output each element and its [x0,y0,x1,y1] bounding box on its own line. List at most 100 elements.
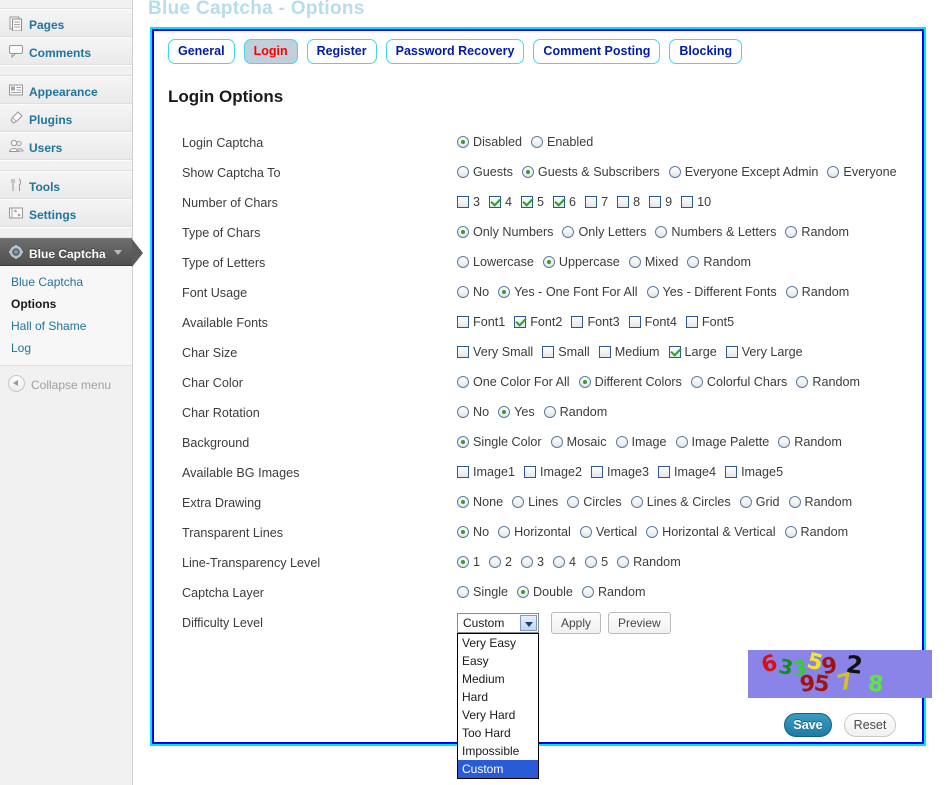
radio-input[interactable] [551,436,563,448]
radio-input[interactable] [457,166,469,178]
radio-3[interactable]: 3 [521,554,544,569]
checkbox-7[interactable]: 7 [585,194,608,209]
radio-horizontal[interactable]: Horizontal [498,524,571,539]
checkbox-font5[interactable]: Font5 [686,314,734,329]
checkbox-input[interactable] [457,466,469,478]
checkbox-input[interactable] [489,196,501,208]
checkbox-input[interactable] [524,466,536,478]
radio-input[interactable] [785,526,797,538]
checkbox-input[interactable] [514,316,526,328]
radio-random[interactable]: Random [544,404,608,419]
radio-circles[interactable]: Circles [567,494,621,509]
dropdown-option-medium[interactable]: Medium [458,670,538,688]
dropdown-option-very-easy[interactable]: Very Easy [458,634,538,652]
radio-random[interactable]: Random [687,254,751,269]
radio-input[interactable] [457,556,469,568]
radio-disabled[interactable]: Disabled [457,134,522,149]
sidebar-item-pages[interactable]: Pages [0,9,132,37]
radio-input[interactable] [789,496,801,508]
radio-input[interactable] [646,526,658,538]
checkbox-font1[interactable]: Font1 [457,314,505,329]
radio-input[interactable] [585,556,597,568]
tab-login[interactable]: Login [244,39,298,64]
checkbox-9[interactable]: 9 [649,194,672,209]
radio-input[interactable] [740,496,752,508]
checkbox-image1[interactable]: Image1 [457,464,515,479]
checkbox-input[interactable] [457,346,469,358]
radio-input[interactable] [676,436,688,448]
checkbox-font2[interactable]: Font2 [514,314,562,329]
dropdown-option-too-hard[interactable]: Too Hard [458,724,538,742]
tab-comment-posting[interactable]: Comment Posting [533,39,660,64]
chevron-down-icon[interactable] [520,615,537,631]
radio-colorful-chars[interactable]: Colorful Chars [691,374,788,389]
radio-numbers-letters[interactable]: Numbers & Letters [655,224,776,239]
radio-random[interactable]: Random [789,494,853,509]
checkbox-10[interactable]: 10 [681,194,711,209]
radio-only-numbers[interactable]: Only Numbers [457,224,553,239]
difficulty-select[interactable]: Custom [457,613,539,633]
dropdown-option-hard[interactable]: Hard [458,688,538,706]
radio-only-letters[interactable]: Only Letters [562,224,646,239]
checkbox-input[interactable] [629,316,641,328]
tab-password-recovery[interactable]: Password Recovery [386,39,525,64]
checkbox-very-small[interactable]: Very Small [457,344,533,359]
radio-4[interactable]: 4 [553,554,576,569]
dropdown-option-very-hard[interactable]: Very Hard [458,706,538,724]
radio-no[interactable]: No [457,404,489,419]
checkbox-image2[interactable]: Image2 [524,464,582,479]
radio-none[interactable]: None [457,494,503,509]
radio-vertical[interactable]: Vertical [580,524,637,539]
radio-different-colors[interactable]: Different Colors [579,374,682,389]
radio-input[interactable] [517,586,529,598]
checkbox-input[interactable] [686,316,698,328]
radio-yes[interactable]: Yes [498,404,535,419]
checkbox-input[interactable] [669,346,681,358]
checkbox-input[interactable] [726,346,738,358]
sidebar-item-comments[interactable]: Comments [0,37,132,65]
submenu-item-options[interactable]: Options [0,293,132,315]
radio-input[interactable] [522,166,534,178]
radio-input[interactable] [580,526,592,538]
checkbox-input[interactable] [553,196,565,208]
radio-input[interactable] [457,226,469,238]
radio-input[interactable] [567,496,579,508]
radio-input[interactable] [796,376,808,388]
sidebar-item-users[interactable]: Users [0,132,132,160]
radio-guests-subscribers[interactable]: Guests & Subscribers [522,164,660,179]
checkbox-image5[interactable]: Image5 [725,464,783,479]
radio-random[interactable]: Random [786,284,850,299]
submenu-item-hall-of-shame[interactable]: Hall of Shame [0,315,132,337]
preview-button[interactable]: Preview [608,612,671,634]
collapse-menu-button[interactable]: Collapse menu [0,372,132,398]
checkbox-input[interactable] [617,196,629,208]
sidebar-item-settings[interactable]: Settings [0,199,132,227]
radio-input[interactable] [786,286,798,298]
difficulty-dropdown-list[interactable]: Very EasyEasyMediumHardVery HardToo Hard… [457,633,539,779]
checkbox-input[interactable] [571,316,583,328]
radio-input[interactable] [521,556,533,568]
submenu-item-blue-captcha[interactable]: Blue Captcha [0,271,132,293]
radio-one-color-for-all[interactable]: One Color For All [457,374,570,389]
checkbox-large[interactable]: Large [669,344,717,359]
radio-5[interactable]: 5 [585,554,608,569]
submenu-item-log[interactable]: Log [0,337,132,359]
radio-no[interactable]: No [457,284,489,299]
radio-input[interactable] [562,226,574,238]
radio-single[interactable]: Single [457,584,508,599]
radio-input[interactable] [629,256,641,268]
checkbox-small[interactable]: Small [542,344,590,359]
checkbox-input[interactable] [658,466,670,478]
radio-horizontal-vertical[interactable]: Horizontal & Vertical [646,524,775,539]
radio-input[interactable] [531,136,543,148]
dropdown-option-custom[interactable]: Custom [458,760,538,778]
radio-image-palette[interactable]: Image Palette [676,434,770,449]
checkbox-input[interactable] [457,196,469,208]
radio-lowercase[interactable]: Lowercase [457,254,534,269]
radio-input[interactable] [498,286,510,298]
radio-enabled[interactable]: Enabled [531,134,593,149]
radio-input[interactable] [543,256,555,268]
radio-mosaic[interactable]: Mosaic [551,434,607,449]
radio-input[interactable] [457,496,469,508]
radio-input[interactable] [457,376,469,388]
